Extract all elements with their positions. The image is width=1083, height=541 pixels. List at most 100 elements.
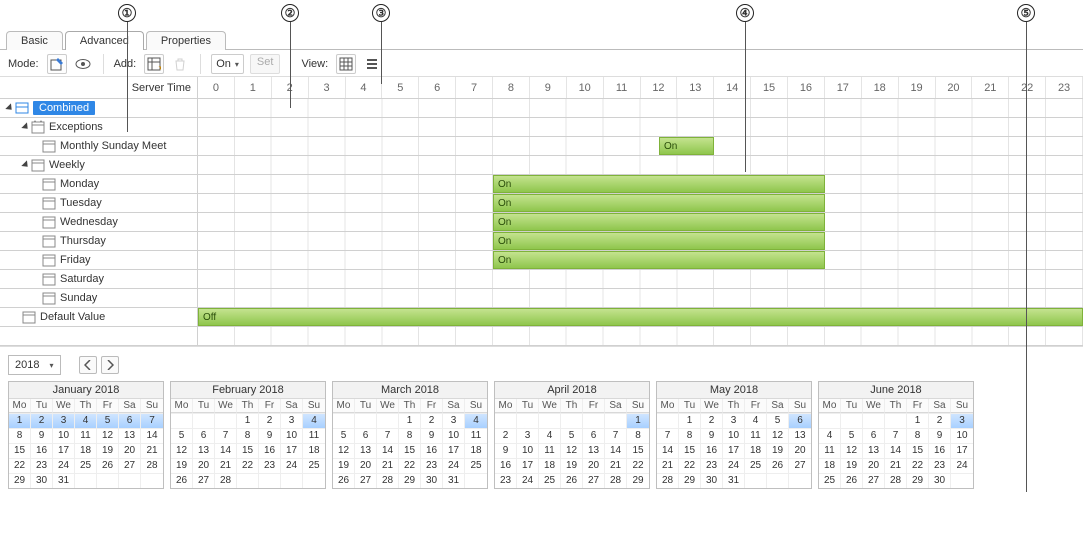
calendar-day[interactable]: 19 — [333, 458, 355, 473]
tree-combined[interactable]: Combined — [0, 99, 198, 117]
expand-icon[interactable] — [21, 160, 30, 169]
timeline-weekly[interactable] — [198, 156, 1083, 174]
calendar-day[interactable]: 10 — [281, 428, 303, 443]
calendar-day[interactable]: 1 — [399, 413, 421, 428]
calendar-day[interactable]: 9 — [31, 428, 53, 443]
calendar-day[interactable]: 12 — [561, 443, 583, 458]
calendar-day[interactable]: 20 — [863, 458, 885, 473]
calendar-day[interactable]: 3 — [443, 413, 465, 428]
calendar-day[interactable]: 2 — [31, 413, 53, 428]
calendar-day[interactable]: 28 — [657, 473, 679, 488]
calendar-day[interactable]: 16 — [495, 458, 517, 473]
calendar-day[interactable]: 29 — [679, 473, 701, 488]
calendar-day[interactable]: 30 — [929, 473, 951, 488]
calendar-day[interactable]: 13 — [863, 443, 885, 458]
calendar-day[interactable]: 28 — [885, 473, 907, 488]
calendar-day[interactable]: 5 — [841, 428, 863, 443]
calendar-day[interactable]: 12 — [97, 428, 119, 443]
calendar-day[interactable]: 5 — [561, 428, 583, 443]
tree-tuesday[interactable]: Tuesday — [0, 194, 198, 212]
calendar-day[interactable]: 11 — [745, 428, 767, 443]
bar-thursday-on[interactable]: On — [493, 232, 825, 250]
timeline-wednesday[interactable]: On — [198, 213, 1083, 231]
calendar-day[interactable]: 13 — [355, 443, 377, 458]
calendar-day[interactable]: 9 — [701, 428, 723, 443]
calendar-day[interactable]: 26 — [767, 458, 789, 473]
calendar-day[interactable]: 11 — [303, 428, 325, 443]
calendar-day[interactable]: 7 — [377, 428, 399, 443]
calendar-day[interactable]: 2 — [259, 413, 281, 428]
calendar-day[interactable]: 15 — [907, 443, 929, 458]
tab-properties[interactable]: Properties — [146, 31, 226, 50]
calendar-day[interactable]: 11 — [75, 428, 97, 443]
calendar-day[interactable]: 30 — [421, 473, 443, 488]
tree-weekly[interactable]: Weekly — [0, 156, 198, 174]
calendar-day[interactable]: 17 — [53, 443, 75, 458]
calendar-day[interactable]: 21 — [657, 458, 679, 473]
calendar-day[interactable]: 8 — [399, 428, 421, 443]
calendar-day[interactable]: 17 — [517, 458, 539, 473]
view-grid-icon[interactable] — [336, 54, 356, 74]
timeline-monthly[interactable]: On — [198, 137, 1083, 155]
calendar-day[interactable]: 13 — [583, 443, 605, 458]
calendar-day[interactable]: 20 — [119, 443, 141, 458]
calendar-day[interactable]: 20 — [193, 458, 215, 473]
calendar-day[interactable]: 13 — [193, 443, 215, 458]
calendar-day[interactable]: 26 — [97, 458, 119, 473]
calendar-day[interactable]: 17 — [443, 443, 465, 458]
bar-friday-on[interactable]: On — [493, 251, 825, 269]
tab-basic[interactable]: Basic — [6, 31, 63, 50]
calendar-day[interactable]: 17 — [951, 443, 973, 458]
next-button[interactable] — [101, 356, 119, 374]
timeline-empty[interactable] — [198, 327, 1083, 345]
bar-default-off[interactable]: Off — [198, 308, 1083, 326]
timeline-tuesday[interactable]: On — [198, 194, 1083, 212]
timeline-sunday[interactable] — [198, 289, 1083, 307]
expand-icon[interactable] — [5, 103, 14, 112]
calendar-day[interactable]: 27 — [863, 473, 885, 488]
calendar-day[interactable]: 12 — [333, 443, 355, 458]
calendar-day[interactable]: 20 — [355, 458, 377, 473]
calendar-day[interactable]: 5 — [767, 413, 789, 428]
calendar-day[interactable]: 28 — [215, 473, 237, 488]
calendar-day[interactable]: 21 — [141, 443, 163, 458]
calendar-day[interactable]: 8 — [237, 428, 259, 443]
calendar-day[interactable]: 3 — [951, 413, 973, 428]
calendar-day[interactable]: 1 — [237, 413, 259, 428]
calendar-day[interactable]: 10 — [723, 428, 745, 443]
timeline-friday[interactable]: On — [198, 251, 1083, 269]
bar-tuesday-on[interactable]: On — [493, 194, 825, 212]
calendar-day[interactable]: 29 — [907, 473, 929, 488]
calendar-day[interactable]: 23 — [259, 458, 281, 473]
calendar-day[interactable]: 8 — [679, 428, 701, 443]
calendar-day[interactable]: 16 — [31, 443, 53, 458]
tree-exceptions[interactable]: Exceptions — [0, 118, 198, 136]
calendar-day[interactable]: 5 — [171, 428, 193, 443]
calendar-day[interactable]: 18 — [539, 458, 561, 473]
calendar-day[interactable]: 14 — [215, 443, 237, 458]
calendar-day[interactable]: 23 — [701, 458, 723, 473]
add-button[interactable]: ★ — [144, 54, 164, 74]
calendar-day[interactable]: 24 — [53, 458, 75, 473]
calendar-day[interactable]: 4 — [539, 428, 561, 443]
calendar-day[interactable]: 18 — [745, 443, 767, 458]
calendar-day[interactable]: 26 — [171, 473, 193, 488]
calendar-day[interactable]: 23 — [421, 458, 443, 473]
calendar-day[interactable]: 9 — [929, 428, 951, 443]
tree-sunday[interactable]: Sunday — [0, 289, 198, 307]
calendar-day[interactable]: 10 — [517, 443, 539, 458]
calendar-day[interactable]: 27 — [193, 473, 215, 488]
calendar-day[interactable]: 28 — [605, 473, 627, 488]
calendar-day[interactable]: 7 — [657, 428, 679, 443]
calendar-day[interactable]: 23 — [929, 458, 951, 473]
calendar-day[interactable]: 31 — [723, 473, 745, 488]
calendar-day[interactable]: 10 — [53, 428, 75, 443]
calendar-day[interactable]: 16 — [701, 443, 723, 458]
calendar-day[interactable]: 23 — [31, 458, 53, 473]
calendar-day[interactable]: 1 — [9, 413, 31, 428]
calendar-day[interactable]: 6 — [193, 428, 215, 443]
calendar-day[interactable]: 7 — [215, 428, 237, 443]
calendar-day[interactable]: 26 — [841, 473, 863, 488]
calendar-day[interactable]: 27 — [789, 458, 811, 473]
calendar-day[interactable]: 21 — [215, 458, 237, 473]
